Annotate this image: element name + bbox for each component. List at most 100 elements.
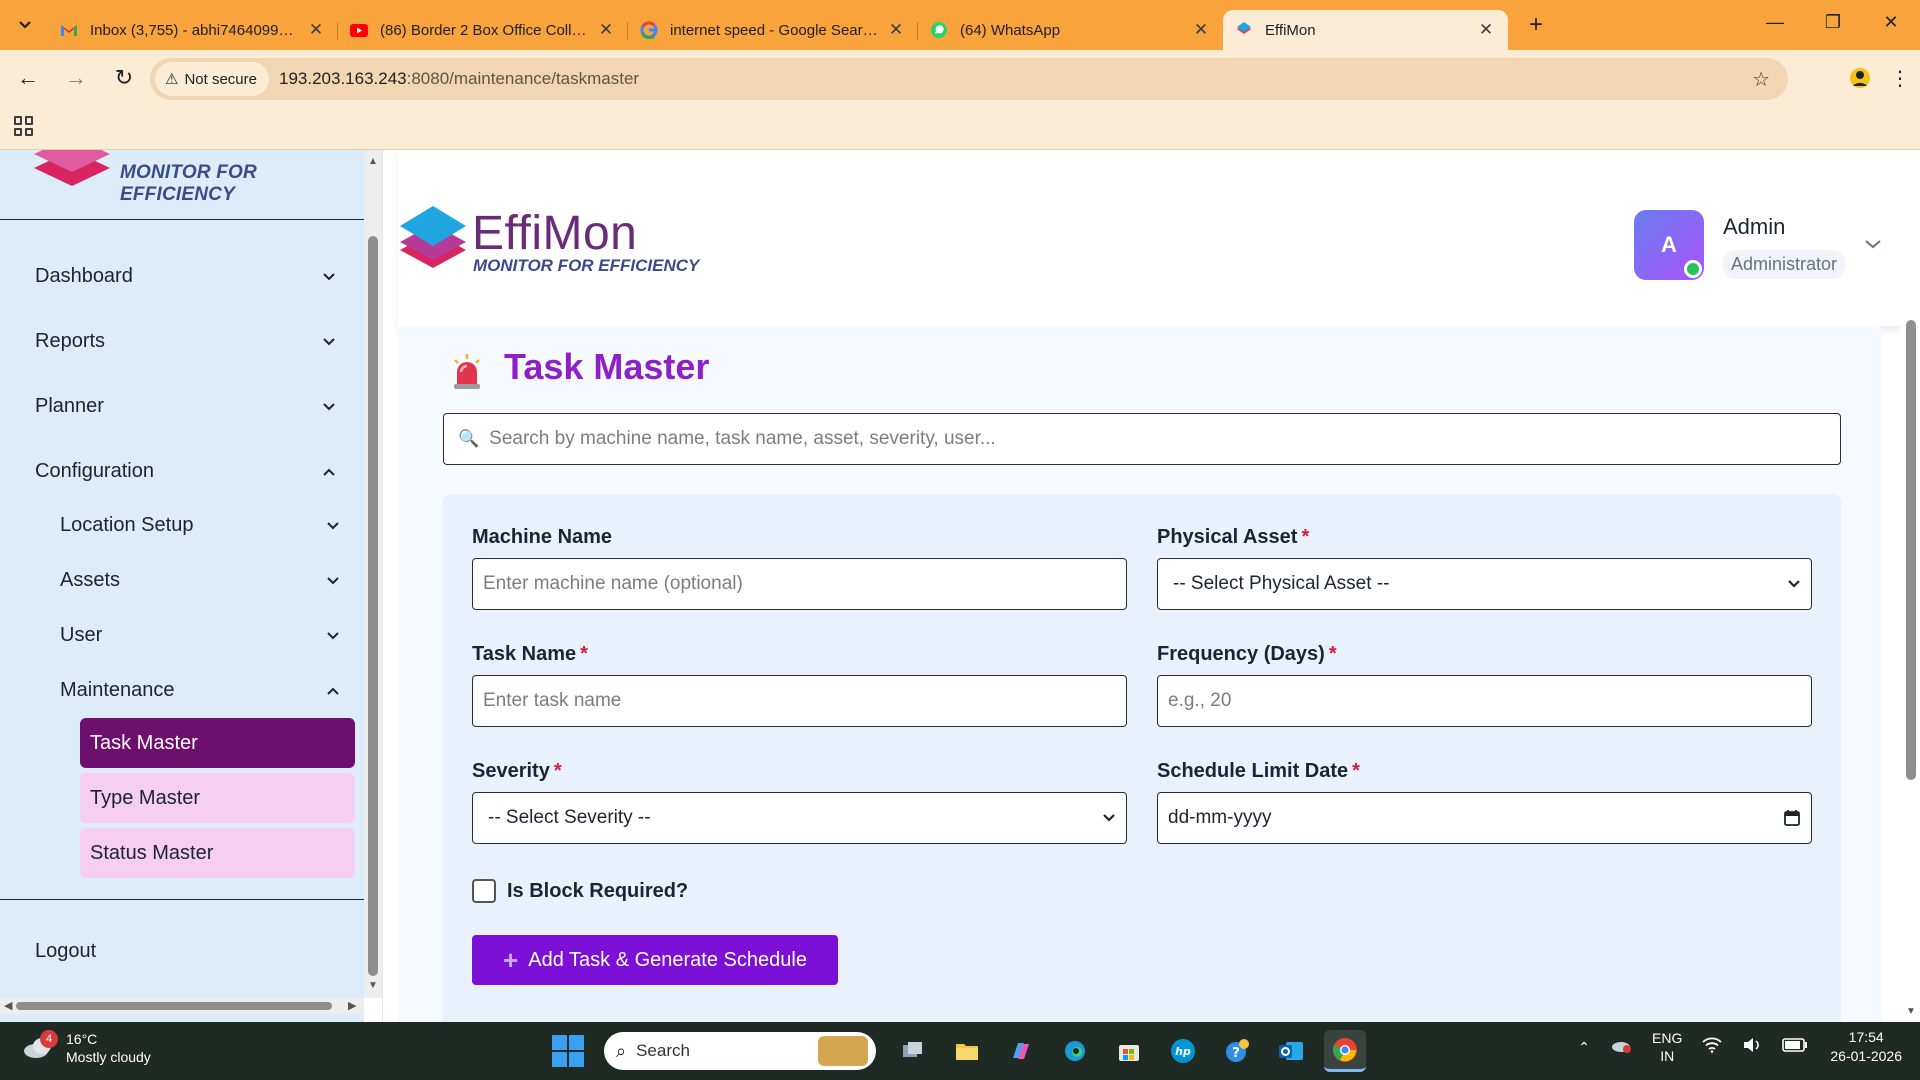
add-task-button[interactable]: + Add Task & Generate Schedule (472, 935, 838, 985)
show-hidden-icons[interactable]: ⌃ (1578, 1038, 1590, 1056)
hp-icon[interactable]: hp (1162, 1030, 1204, 1072)
onedrive-icon[interactable] (1610, 1037, 1632, 1057)
forward-icon[interactable]: → (56, 58, 96, 98)
scrollbar-thumb[interactable] (1906, 320, 1916, 780)
tab-gmail[interactable]: Inbox (3,755) - abhi7464099@g ✕ (48, 10, 338, 50)
machine-name-input[interactable] (483, 573, 1116, 595)
minimize-icon[interactable]: — (1746, 0, 1804, 44)
severity-select[interactable]: -- Select Severity -- (472, 792, 1127, 844)
close-icon[interactable]: ✕ (596, 20, 616, 40)
taskbar-search[interactable]: ⌕ Search (604, 1032, 876, 1070)
sidebar-item-user[interactable]: User (0, 608, 364, 663)
sidebar-item-type-master[interactable]: Type Master (80, 773, 355, 823)
url-text[interactable]: 193.203.163.243:8080/maintenance/taskmas… (279, 69, 639, 89)
scrollbar-thumb[interactable] (368, 236, 378, 976)
menu-icon[interactable]: ⋮ (1880, 66, 1920, 91)
file-explorer-icon[interactable] (946, 1030, 988, 1072)
address-bar[interactable]: ⚠ Not secure 193.203.163.243:8080/mainte… (150, 58, 1788, 100)
sidebar-item-status-master[interactable]: Status Master (80, 828, 355, 878)
chevron-down-icon[interactable] (1864, 238, 1882, 250)
volume-icon[interactable] (1742, 1037, 1762, 1057)
tab-youtube[interactable]: (86) Border 2 Box Office Collect ✕ (338, 10, 628, 50)
chrome-icon[interactable] (1324, 1030, 1366, 1072)
sidebar-item-maintenance[interactable]: Maintenance (0, 663, 364, 718)
microsoft-store-icon[interactable] (1108, 1030, 1150, 1072)
tab-search-button[interactable] (10, 10, 40, 40)
scroll-down-icon[interactable]: ▼ (368, 980, 378, 991)
schedule-date-field[interactable]: dd-mm-yyyy (1157, 792, 1812, 844)
sidebar-item-assets[interactable]: Assets (0, 553, 364, 608)
search-input[interactable] (489, 428, 1840, 450)
tab-whatsapp[interactable]: (64) WhatsApp ✕ (918, 10, 1223, 50)
close-icon[interactable]: ✕ (1191, 20, 1211, 40)
youtube-icon (350, 21, 368, 39)
sidebar-item-planner[interactable]: Planner (0, 374, 364, 439)
sidebar-item-task-master[interactable]: Task Master (80, 718, 355, 768)
language-indicator[interactable]: ENG IN (1652, 1029, 1682, 1065)
back-icon[interactable]: ← (8, 58, 48, 98)
frequency-label: Frequency (Days) * (1157, 643, 1337, 666)
task-view-icon[interactable] (892, 1030, 934, 1072)
close-window-icon[interactable]: ✕ (1862, 0, 1920, 44)
url-path: :8080/maintenance/taskmaster (406, 69, 640, 88)
tab-effimon[interactable]: EffiMon ✕ (1223, 10, 1508, 50)
sidebar-item-dashboard[interactable]: Dashboard (0, 244, 364, 309)
task-name-field[interactable] (472, 675, 1127, 727)
scroll-up-icon[interactable]: ▲ (368, 156, 378, 167)
scroll-left-icon[interactable]: ◀ (4, 999, 12, 1012)
label-text: Machine Name (472, 526, 613, 548)
logout-link[interactable]: Logout (35, 940, 96, 963)
restore-icon[interactable]: ❐ (1804, 0, 1862, 44)
weather-widget[interactable]: 4 16°C Mostly cloudy (22, 1030, 151, 1066)
outlook-icon[interactable] (1270, 1030, 1312, 1072)
search-box[interactable]: 🔍 (443, 413, 1841, 465)
profile-icon[interactable] (1840, 67, 1880, 89)
block-required-label[interactable]: Is Block Required? (507, 880, 688, 903)
edge-icon[interactable] (1054, 1030, 1096, 1072)
machine-name-label: Machine Name (472, 526, 612, 549)
close-icon[interactable]: ✕ (1476, 20, 1496, 40)
sidebar-horizontal-scrollbar[interactable]: ◀ ▶ (0, 998, 364, 1014)
scrollbar-thumb[interactable] (16, 1002, 332, 1010)
sidebar-item-reports[interactable]: Reports (0, 309, 364, 374)
sidebar-vertical-scrollbar[interactable]: ▲ ▼ (364, 150, 382, 998)
chevron-down-icon (327, 631, 339, 639)
wifi-icon[interactable] (1702, 1037, 1722, 1057)
chevron-down-icon (323, 272, 335, 280)
physical-asset-select[interactable]: -- Select Physical Asset -- (1157, 558, 1812, 610)
chevron-down-icon (1788, 580, 1800, 588)
frequency-input[interactable] (1168, 690, 1801, 712)
apps-grid-icon[interactable] (14, 116, 34, 136)
block-required-checkbox[interactable] (472, 879, 496, 903)
battery-icon[interactable] (1782, 1038, 1808, 1056)
task-name-input[interactable] (483, 690, 1116, 712)
help-icon[interactable]: ? (1216, 1030, 1258, 1072)
select-value: -- Select Physical Asset -- (1173, 573, 1390, 594)
windows-start-icon[interactable] (552, 1035, 584, 1067)
scroll-down-icon[interactable]: ▼ (1906, 1006, 1916, 1017)
clock[interactable]: 17:54 26-01-2026 (1830, 1028, 1902, 1066)
new-tab-button[interactable]: + (1518, 7, 1554, 43)
frequency-field[interactable] (1157, 675, 1812, 727)
reload-icon[interactable]: ↻ (104, 58, 144, 98)
label-text: Task Name (472, 643, 577, 665)
tab-google[interactable]: internet speed - Google Search ✕ (628, 10, 918, 50)
page-vertical-scrollbar[interactable]: ▼ (1902, 150, 1920, 1022)
security-chip[interactable]: ⚠ Not secure (155, 62, 269, 96)
copilot-icon[interactable] (1000, 1030, 1042, 1072)
scroll-right-icon[interactable]: ▶ (348, 999, 356, 1012)
sidebar-logo[interactable]: MONITOR FOR EFFICIENCY (0, 150, 364, 220)
task-name-label: Task Name * (472, 643, 588, 666)
bookmark-star-icon[interactable]: ☆ (1752, 67, 1770, 92)
chevron-down-icon (1103, 814, 1115, 822)
sidebar-item-configuration[interactable]: Configuration (0, 439, 364, 504)
close-icon[interactable]: ✕ (306, 20, 326, 40)
sidebar-item-location-setup[interactable]: Location Setup (0, 498, 364, 553)
calendar-icon[interactable] (1783, 809, 1801, 827)
search-highlight-image (818, 1036, 868, 1066)
effimon-logo-mark (400, 206, 466, 268)
machine-name-field[interactable] (472, 558, 1127, 610)
close-icon[interactable]: ✕ (886, 20, 906, 40)
label-text: Physical Asset (1157, 526, 1298, 548)
sidebar-nav: Dashboard Reports Planner Configuration … (0, 244, 364, 883)
